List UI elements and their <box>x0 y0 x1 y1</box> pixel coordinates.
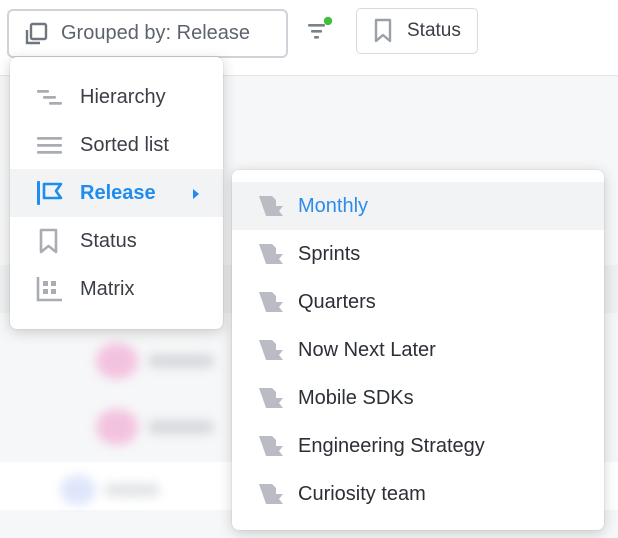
hierarchy-icon <box>36 85 64 109</box>
menu-item-label: Release <box>80 181 156 204</box>
menu-item-matrix[interactable]: Matrix <box>10 265 223 313</box>
group-by-menu: Hierarchy Sorted list Release Status Mat… <box>10 57 223 329</box>
blurred-avatar <box>96 409 138 445</box>
menu-item-label: Status <box>80 229 137 252</box>
release-icon <box>256 337 284 363</box>
release-icon <box>256 241 284 267</box>
release-option-monthly[interactable]: Monthly <box>232 182 604 230</box>
release-flag-icon <box>36 180 64 206</box>
menu-item-label: Matrix <box>80 277 135 300</box>
status-button[interactable]: Status <box>356 8 478 54</box>
matrix-icon <box>36 276 64 302</box>
release-option-label: Curiosity team <box>298 482 426 505</box>
release-option-curiosity-team[interactable]: Curiosity team <box>232 470 604 518</box>
release-submenu: Monthly Sprints Quarters Now Next Later … <box>232 170 604 530</box>
filter-button[interactable] <box>306 16 336 46</box>
bookmark-icon <box>373 18 393 44</box>
release-option-label: Monthly <box>298 194 369 217</box>
release-icon <box>256 433 284 459</box>
chevron-right-icon <box>192 187 200 199</box>
release-option-now-next-later[interactable]: Now Next Later <box>232 326 604 374</box>
menu-item-label: Hierarchy <box>80 85 166 108</box>
list-icon <box>36 133 64 157</box>
grouped-by-label: Grouped by: Release <box>61 22 251 44</box>
menu-item-label: Sorted list <box>80 133 169 156</box>
release-option-label: Quarters <box>298 290 376 313</box>
release-option-quarters[interactable]: Quarters <box>232 278 604 326</box>
blurred-avatar <box>60 475 96 505</box>
release-option-mobile-sdks[interactable]: Mobile SDKs <box>232 374 604 422</box>
menu-item-status[interactable]: Status <box>10 217 223 265</box>
release-icon <box>256 289 284 315</box>
blurred-text <box>148 420 214 434</box>
group-copy-icon <box>23 21 49 47</box>
release-option-label: Now Next Later <box>298 338 436 361</box>
menu-item-hierarchy[interactable]: Hierarchy <box>10 73 223 121</box>
release-option-sprints[interactable]: Sprints <box>232 230 604 278</box>
bookmark-icon <box>36 228 64 254</box>
status-button-label: Status <box>407 20 461 41</box>
release-option-label: Engineering Strategy <box>298 434 485 457</box>
grouped-by-button[interactable]: Grouped by: Release <box>7 9 288 58</box>
menu-item-sorted-list[interactable]: Sorted list <box>10 121 223 169</box>
filter-icon <box>306 16 336 46</box>
release-option-label: Mobile SDKs <box>298 386 414 409</box>
release-icon <box>256 385 284 411</box>
release-icon <box>256 481 284 507</box>
release-option-label: Sprints <box>298 242 361 265</box>
blurred-text <box>148 354 214 368</box>
blurred-avatar <box>96 343 138 379</box>
release-icon <box>256 193 284 219</box>
menu-item-release[interactable]: Release <box>10 169 223 217</box>
release-option-engineering-strategy[interactable]: Engineering Strategy <box>232 422 604 470</box>
blurred-text <box>104 483 160 497</box>
